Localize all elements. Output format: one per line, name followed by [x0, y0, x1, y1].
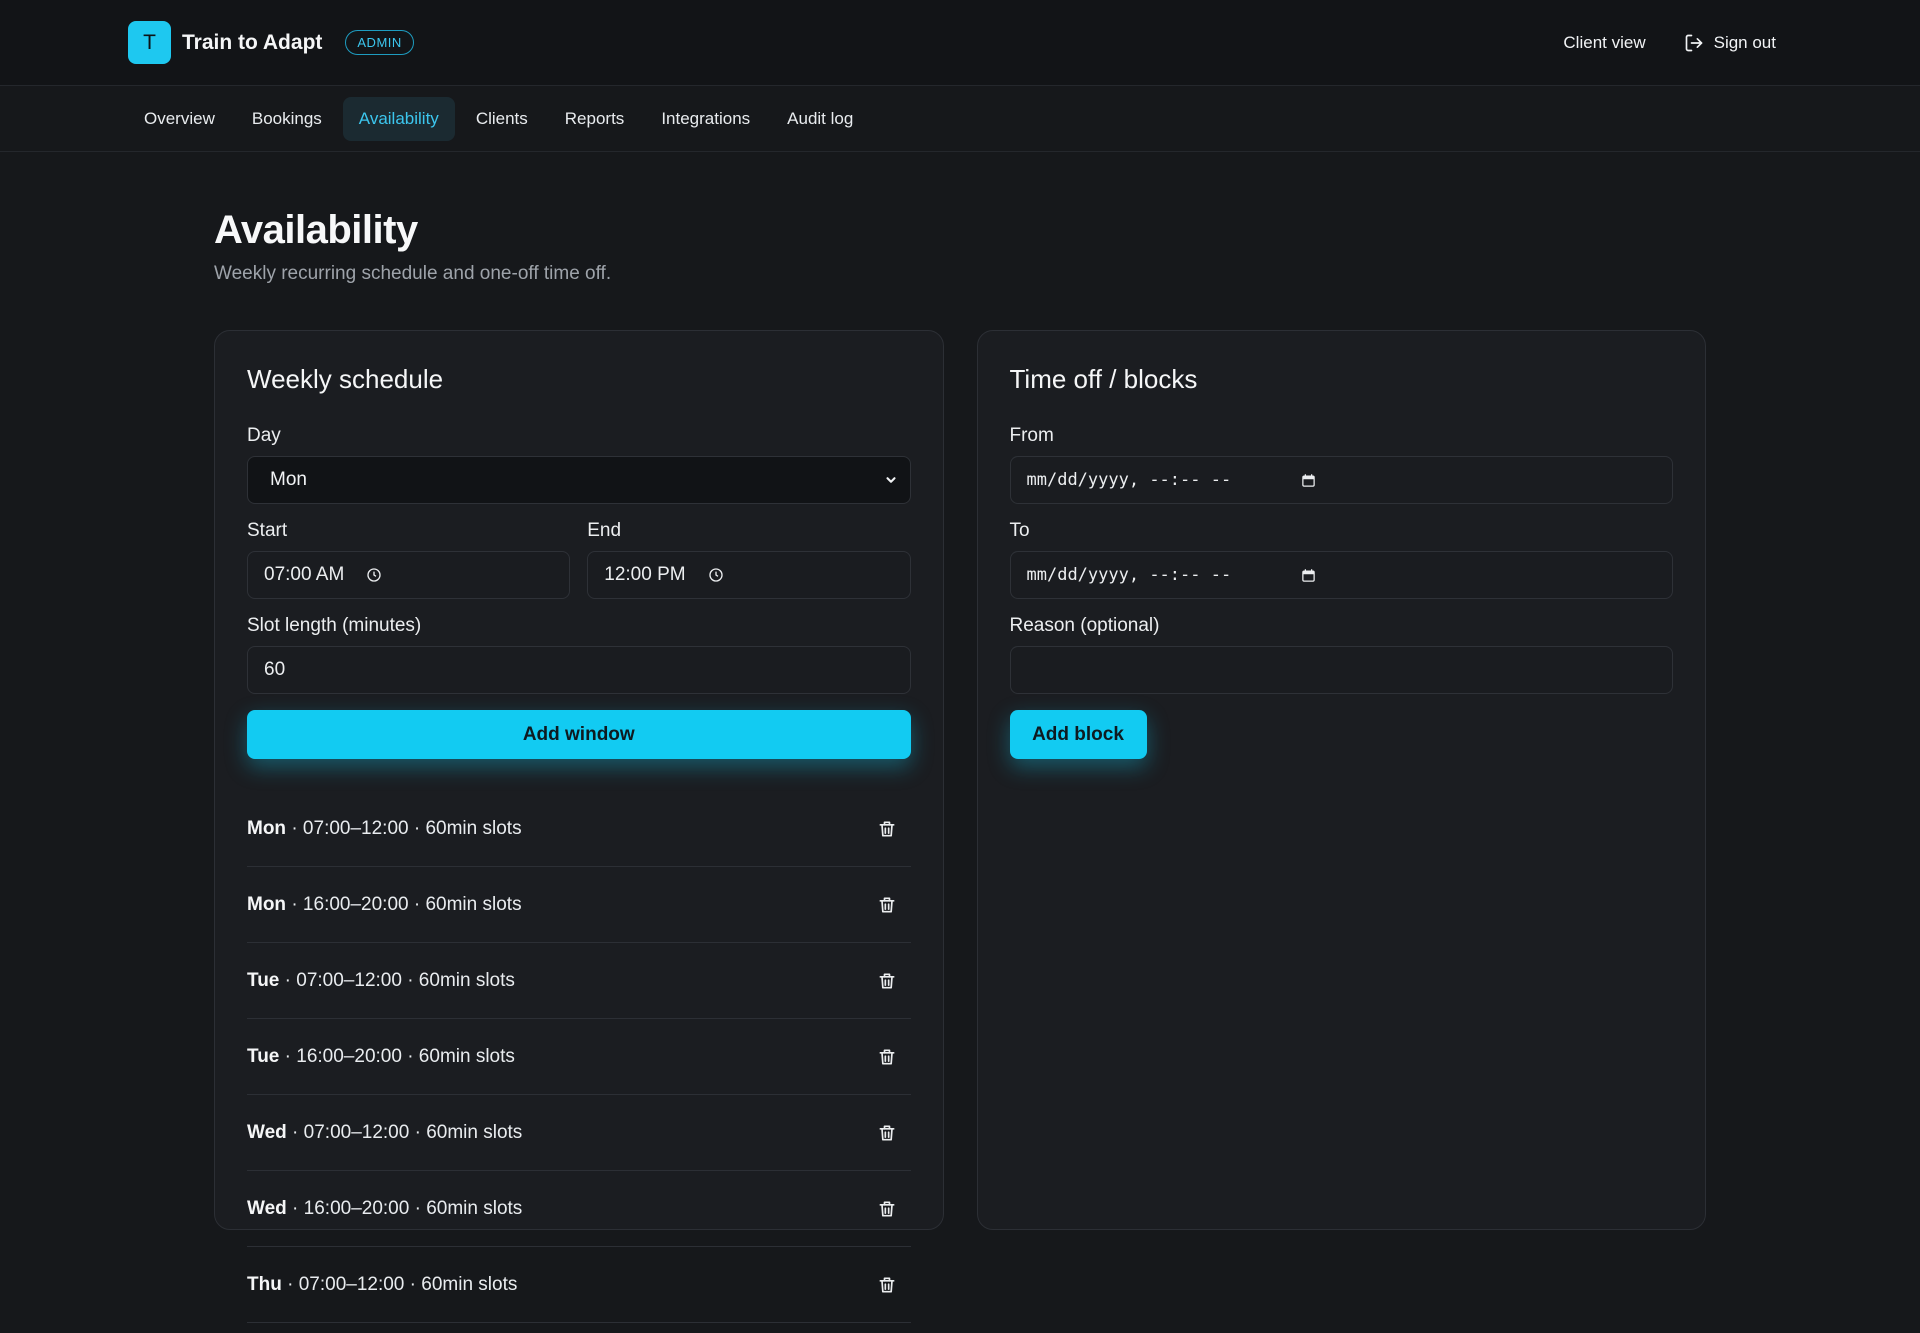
clock-icon[interactable]	[366, 567, 382, 583]
from-placeholder: mm/dd/yyyy, --:-- --	[1026, 470, 1232, 490]
window-day: Mon	[247, 817, 287, 839]
trash-icon[interactable]	[877, 1122, 897, 1144]
add-window-button[interactable]: Add window	[247, 710, 911, 759]
windows-list: Mon · 07:00–12:00 · 60min slots Mon · 16…	[247, 791, 911, 1323]
sign-out-label: Sign out	[1713, 32, 1776, 52]
start-label: Start	[247, 520, 288, 541]
list-item: Mon · 16:00–20:00 · 60min slots	[247, 867, 911, 943]
top-header: T Train to Adapt ADMIN Client view Sign …	[0, 0, 1920, 86]
trash-icon[interactable]	[877, 1046, 897, 1068]
chevron-down-icon	[885, 477, 896, 483]
reason-label: Reason (optional)	[1009, 615, 1160, 636]
brand[interactable]: T Train to Adapt ADMIN	[128, 21, 414, 64]
client-view-link[interactable]: Client view	[1563, 33, 1645, 53]
trash-icon[interactable]	[877, 818, 897, 840]
window-day: Tue	[247, 969, 280, 991]
to-datetime-input[interactable]: mm/dd/yyyy, --:-- --	[1009, 551, 1673, 599]
from-label: From	[1009, 425, 1054, 446]
window-detail: · 07:00–12:00 · 60min slots	[281, 1273, 518, 1295]
window-text: Mon · 07:00–12:00 · 60min slots	[247, 818, 522, 840]
to-placeholder: mm/dd/yyyy, --:-- --	[1026, 565, 1232, 585]
add-block-button[interactable]: Add block	[1009, 710, 1147, 759]
start-field: Start 07:00 AM	[247, 520, 571, 599]
logo: T	[128, 21, 171, 64]
reason-input[interactable]	[1009, 646, 1673, 694]
tab-audit-log[interactable]: Audit log	[771, 97, 869, 141]
cards: Weekly schedule Day Mon Start 07:00 AM E…	[214, 330, 1706, 1323]
window-day: Thu	[247, 1273, 282, 1295]
brand-name: Train to Adapt	[182, 30, 323, 54]
to-label: To	[1009, 520, 1030, 541]
day-select[interactable]: Mon	[247, 456, 911, 504]
window-day: Mon	[247, 893, 287, 915]
slot-length-label: Slot length (minutes)	[247, 615, 422, 636]
slot-length-input[interactable]: 60	[247, 646, 911, 694]
main-nav: Overview Bookings Availability Clients R…	[0, 86, 1920, 152]
header-actions: Client view Sign out	[1563, 33, 1776, 53]
weekly-schedule-title: Weekly schedule	[247, 364, 444, 394]
window-text: Thu · 07:00–12:00 · 60min slots	[247, 1274, 517, 1296]
main-content: Availability Weekly recurring schedule a…	[0, 152, 1920, 1323]
end-field: End 12:00 PM	[587, 520, 911, 599]
window-detail: · 16:00–20:00 · 60min slots	[286, 893, 522, 915]
start-time-value: 07:00 AM	[264, 564, 345, 585]
window-day: Wed	[247, 1121, 287, 1143]
start-time-input[interactable]: 07:00 AM	[247, 551, 571, 599]
window-detail: · 07:00–12:00 · 60min slots	[286, 817, 522, 839]
admin-badge: ADMIN	[345, 30, 414, 55]
page-title: Availability	[214, 208, 418, 252]
trash-icon[interactable]	[877, 1274, 897, 1296]
window-detail: · 07:00–12:00 · 60min slots	[279, 969, 515, 991]
day-select-value: Mon	[270, 469, 307, 490]
time-off-card: Time off / blocks From mm/dd/yyyy, --:--…	[976, 330, 1706, 1230]
end-time-value: 12:00 PM	[604, 564, 686, 585]
time-off-title: Time off / blocks	[1009, 364, 1198, 394]
list-item: Tue · 07:00–12:00 · 60min slots	[247, 943, 911, 1019]
trash-icon[interactable]	[877, 894, 897, 916]
time-range-row: Start 07:00 AM End 12:00 PM	[247, 520, 911, 599]
calendar-icon[interactable]	[1301, 568, 1316, 583]
list-item: Thu · 07:00–12:00 · 60min slots	[247, 1247, 911, 1323]
window-text: Wed · 16:00–20:00 · 60min slots	[247, 1198, 522, 1220]
window-day: Wed	[247, 1197, 287, 1219]
end-label: End	[587, 520, 622, 541]
tab-overview[interactable]: Overview	[128, 97, 231, 141]
slot-length-value: 60	[264, 659, 286, 680]
window-day: Tue	[247, 1045, 280, 1067]
trash-icon[interactable]	[877, 1198, 897, 1220]
weekly-schedule-card: Weekly schedule Day Mon Start 07:00 AM E…	[214, 330, 944, 1323]
window-text: Tue · 16:00–20:00 · 60min slots	[247, 1046, 515, 1068]
tab-integrations[interactable]: Integrations	[645, 97, 766, 141]
end-time-input[interactable]: 12:00 PM	[587, 551, 911, 599]
window-detail: · 07:00–12:00 · 60min slots	[286, 1121, 523, 1143]
tab-availability[interactable]: Availability	[342, 96, 455, 141]
from-field: From mm/dd/yyyy, --:-- --	[1009, 425, 1673, 504]
window-detail: · 16:00–20:00 · 60min slots	[279, 1045, 515, 1067]
to-field: To mm/dd/yyyy, --:-- --	[1009, 520, 1673, 599]
list-item: Wed · 07:00–12:00 · 60min slots	[247, 1095, 911, 1171]
list-item: Tue · 16:00–20:00 · 60min slots	[247, 1019, 911, 1095]
window-text: Tue · 07:00–12:00 · 60min slots	[247, 970, 515, 992]
tab-bookings[interactable]: Bookings	[236, 97, 338, 141]
from-datetime-input[interactable]: mm/dd/yyyy, --:-- --	[1009, 456, 1673, 504]
day-field: Day Mon	[247, 425, 911, 504]
list-item: Mon · 07:00–12:00 · 60min slots	[247, 791, 911, 867]
page-subtitle: Weekly recurring schedule and one-off ti…	[214, 263, 612, 284]
slot-length-field: Slot length (minutes) 60	[247, 615, 911, 694]
clock-icon[interactable]	[708, 567, 724, 583]
list-item: Wed · 16:00–20:00 · 60min slots	[247, 1171, 911, 1247]
day-label: Day	[247, 425, 281, 446]
sign-out-icon	[1685, 34, 1702, 51]
reason-field: Reason (optional)	[1009, 615, 1673, 694]
client-view-label: Client view	[1563, 32, 1646, 52]
window-text: Wed · 07:00–12:00 · 60min slots	[247, 1122, 522, 1144]
calendar-icon[interactable]	[1301, 473, 1316, 488]
tab-reports[interactable]: Reports	[549, 97, 641, 141]
trash-icon[interactable]	[877, 970, 897, 992]
tab-clients[interactable]: Clients	[460, 97, 544, 141]
window-text: Mon · 16:00–20:00 · 60min slots	[247, 894, 522, 916]
window-detail: · 16:00–20:00 · 60min slots	[286, 1197, 523, 1219]
sign-out-button[interactable]: Sign out	[1684, 33, 1776, 53]
